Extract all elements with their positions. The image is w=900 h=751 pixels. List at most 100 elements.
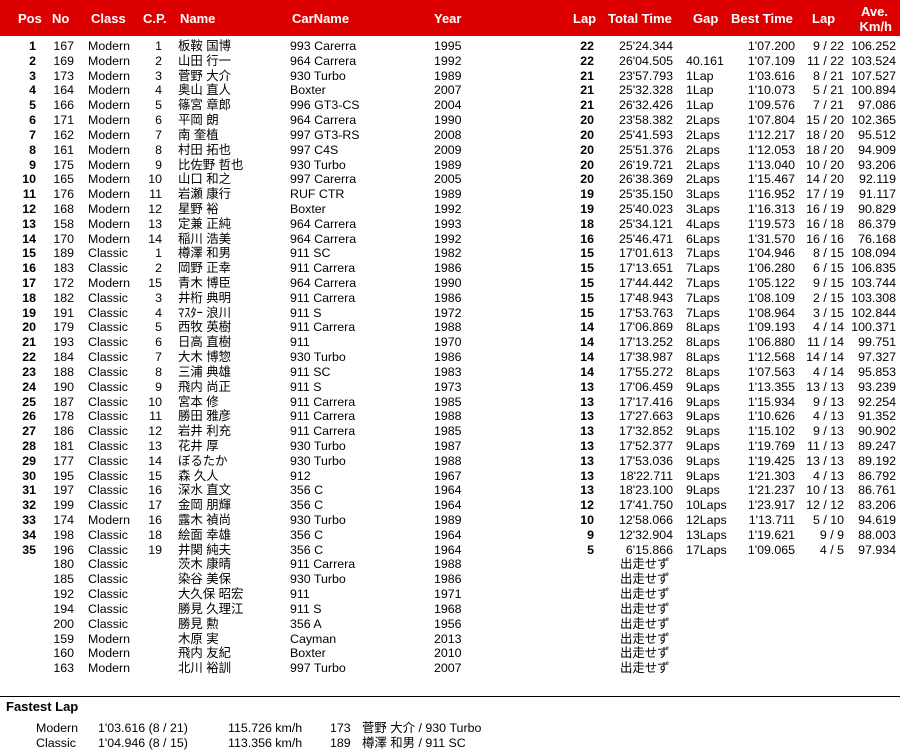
cell-pos: 2 bbox=[29, 53, 36, 68]
cell-total-time: 17'53.763 bbox=[618, 305, 673, 320]
cell-gap: 6Laps bbox=[686, 231, 720, 246]
cell-lap: 18 bbox=[580, 216, 594, 231]
cell-total-time: 26'19.721 bbox=[618, 157, 673, 172]
cell-no: 159 bbox=[53, 631, 74, 646]
cell-class: Modern bbox=[88, 113, 131, 128]
cell-year: 1956 bbox=[434, 616, 462, 631]
table-row: 159 Modern 木原 実 Cayman 2013 出走せず bbox=[0, 632, 900, 647]
cell-total-time: 出走せず bbox=[620, 572, 670, 587]
cell-car: 911 Carrera bbox=[290, 290, 356, 305]
cell-best-lap: 11 / 14 bbox=[807, 335, 844, 350]
cell-name: 金岡 朋輝 bbox=[178, 498, 232, 513]
cell-total-time: 25'41.593 bbox=[618, 127, 673, 142]
cell-no: 193 bbox=[53, 335, 74, 350]
cell-best-time: 1'12.053 bbox=[747, 142, 795, 157]
cell-ave-speed: 92.254 bbox=[858, 394, 896, 409]
table-row: 25 187 Classic 10 宮本 修 911 Carrera 1985 13 17'17… bbox=[0, 395, 900, 410]
cell-total-time: 6'15.866 bbox=[625, 542, 673, 557]
cell-ave-speed: 107.527 bbox=[851, 68, 896, 83]
cell-name: 稲川 浩美 bbox=[178, 231, 232, 246]
cell-name: 菅野 大介 bbox=[178, 68, 232, 83]
cell-car: 930 Turbo bbox=[290, 157, 346, 172]
table-row: 35 196 Classic 19 井関 純夫 356 C 1964 5 6'15.866 17L… bbox=[0, 543, 900, 558]
table-row: 2 169 Modern 2 山田 行一 964 Carrera 1992 22 26'04.5… bbox=[0, 54, 900, 69]
table-row: 19 191 Classic 4 ﾏｽﾀｰ 浪川 911 S 1972 15 17'53.763… bbox=[0, 306, 900, 321]
cell-car: 930 Turbo bbox=[290, 68, 346, 83]
cell-best-time: 1'08.109 bbox=[747, 290, 795, 305]
cell-best-lap: 5 / 10 bbox=[812, 513, 844, 527]
cell-ave-speed: 102.365 bbox=[851, 113, 896, 128]
fastest-lap-driver: 樽澤 和男 / 911 SC bbox=[362, 736, 466, 750]
cell-pos: 6 bbox=[29, 113, 36, 128]
cell-cp: 5 bbox=[155, 98, 162, 113]
cell-car: Boxter bbox=[290, 83, 326, 98]
cell-best-time: 1'07.109 bbox=[747, 53, 795, 68]
cell-class: Modern bbox=[88, 157, 131, 172]
cell-no: 180 bbox=[53, 557, 74, 572]
cell-ave-speed: 103.308 bbox=[851, 290, 896, 305]
cell-pos: 23 bbox=[22, 364, 36, 379]
cell-class: Classic bbox=[88, 305, 128, 320]
table-row: 28 181 Classic 13 花井 厚 930 Turbo 1987 13 17'52.3… bbox=[0, 439, 900, 454]
cell-ave-speed: 90.829 bbox=[858, 201, 896, 216]
cell-pos: 31 bbox=[22, 483, 36, 498]
cell-name: 大久保 昭宏 bbox=[178, 587, 244, 602]
cell-year: 1970 bbox=[434, 335, 462, 350]
cell-best-lap: 16 / 16 bbox=[806, 231, 844, 246]
cell-class: Classic bbox=[88, 498, 128, 513]
cell-pos: 20 bbox=[22, 320, 36, 335]
cell-year: 1992 bbox=[434, 201, 462, 216]
cell-class: Modern bbox=[88, 127, 131, 142]
cell-total-time: 17'32.852 bbox=[618, 424, 673, 439]
cell-class: Classic bbox=[88, 424, 128, 439]
cell-pos: 11 bbox=[22, 187, 36, 202]
table-row: 11 176 Modern 11 岩瀬 康行 RUF CTR 1989 19 25'35.150… bbox=[0, 187, 900, 202]
cell-cp: 11 bbox=[149, 409, 162, 424]
cell-name: 村田 拓也 bbox=[178, 142, 232, 157]
cell-car: 911 Carrera bbox=[290, 320, 356, 335]
cell-gap: 7Laps bbox=[686, 246, 720, 261]
table-row: 180 Classic 茨木 康晴 911 Carrera 1988 出走せず bbox=[0, 557, 900, 572]
cell-pos: 19 bbox=[22, 305, 36, 320]
cell-car: RUF CTR bbox=[290, 187, 345, 202]
cell-year: 1988 bbox=[434, 409, 462, 424]
cell-gap: 2Laps bbox=[686, 142, 720, 157]
fastest-lap-speed: 113.356 km/h bbox=[228, 736, 303, 750]
cell-no: 192 bbox=[53, 587, 74, 602]
cell-best-lap: 4 / 13 bbox=[812, 409, 844, 424]
fastest-lap-driver: 菅野 大介 / 930 Turbo bbox=[362, 721, 482, 735]
cell-best-time: 1'13.355 bbox=[747, 379, 795, 394]
cell-pos: 34 bbox=[22, 527, 36, 542]
cell-cp: 4 bbox=[155, 83, 162, 98]
cell-no: 167 bbox=[53, 39, 74, 53]
cell-lap: 15 bbox=[580, 246, 594, 261]
cell-no: 175 bbox=[53, 157, 74, 172]
header-total-time: Total Time bbox=[608, 11, 672, 26]
cell-gap: 8Laps bbox=[686, 350, 720, 365]
cell-car: 911 S bbox=[290, 305, 322, 320]
cell-class: Classic bbox=[88, 557, 128, 572]
cell-best-time: 1'08.964 bbox=[747, 305, 795, 320]
cell-year: 1964 bbox=[434, 542, 462, 557]
cell-year: 1989 bbox=[434, 187, 462, 202]
cell-class: Classic bbox=[88, 290, 128, 305]
cell-ave-speed: 88.003 bbox=[858, 527, 896, 542]
cell-gap: 1Lap bbox=[686, 83, 714, 98]
cell-no: 178 bbox=[53, 409, 74, 424]
cell-ave-speed: 100.371 bbox=[851, 320, 896, 335]
cell-name: 勝見 久理江 bbox=[178, 601, 244, 616]
header-name: Name bbox=[180, 11, 216, 26]
cell-car: 911 S bbox=[290, 601, 322, 616]
cell-no: 185 bbox=[53, 572, 74, 587]
cell-class: Classic bbox=[88, 261, 128, 276]
cell-name: 星野 裕 bbox=[178, 201, 219, 216]
cell-car: 356 C bbox=[290, 498, 324, 513]
cell-pos: 3 bbox=[29, 68, 36, 83]
cell-name: 板鞍 国博 bbox=[178, 39, 232, 53]
cell-no: 163 bbox=[53, 661, 74, 676]
cell-class: Classic bbox=[88, 320, 128, 335]
cell-class: Classic bbox=[88, 453, 128, 468]
cell-class: Modern bbox=[88, 216, 131, 231]
cell-car: 964 Carrera bbox=[290, 216, 357, 231]
cell-class: Classic bbox=[88, 335, 128, 350]
